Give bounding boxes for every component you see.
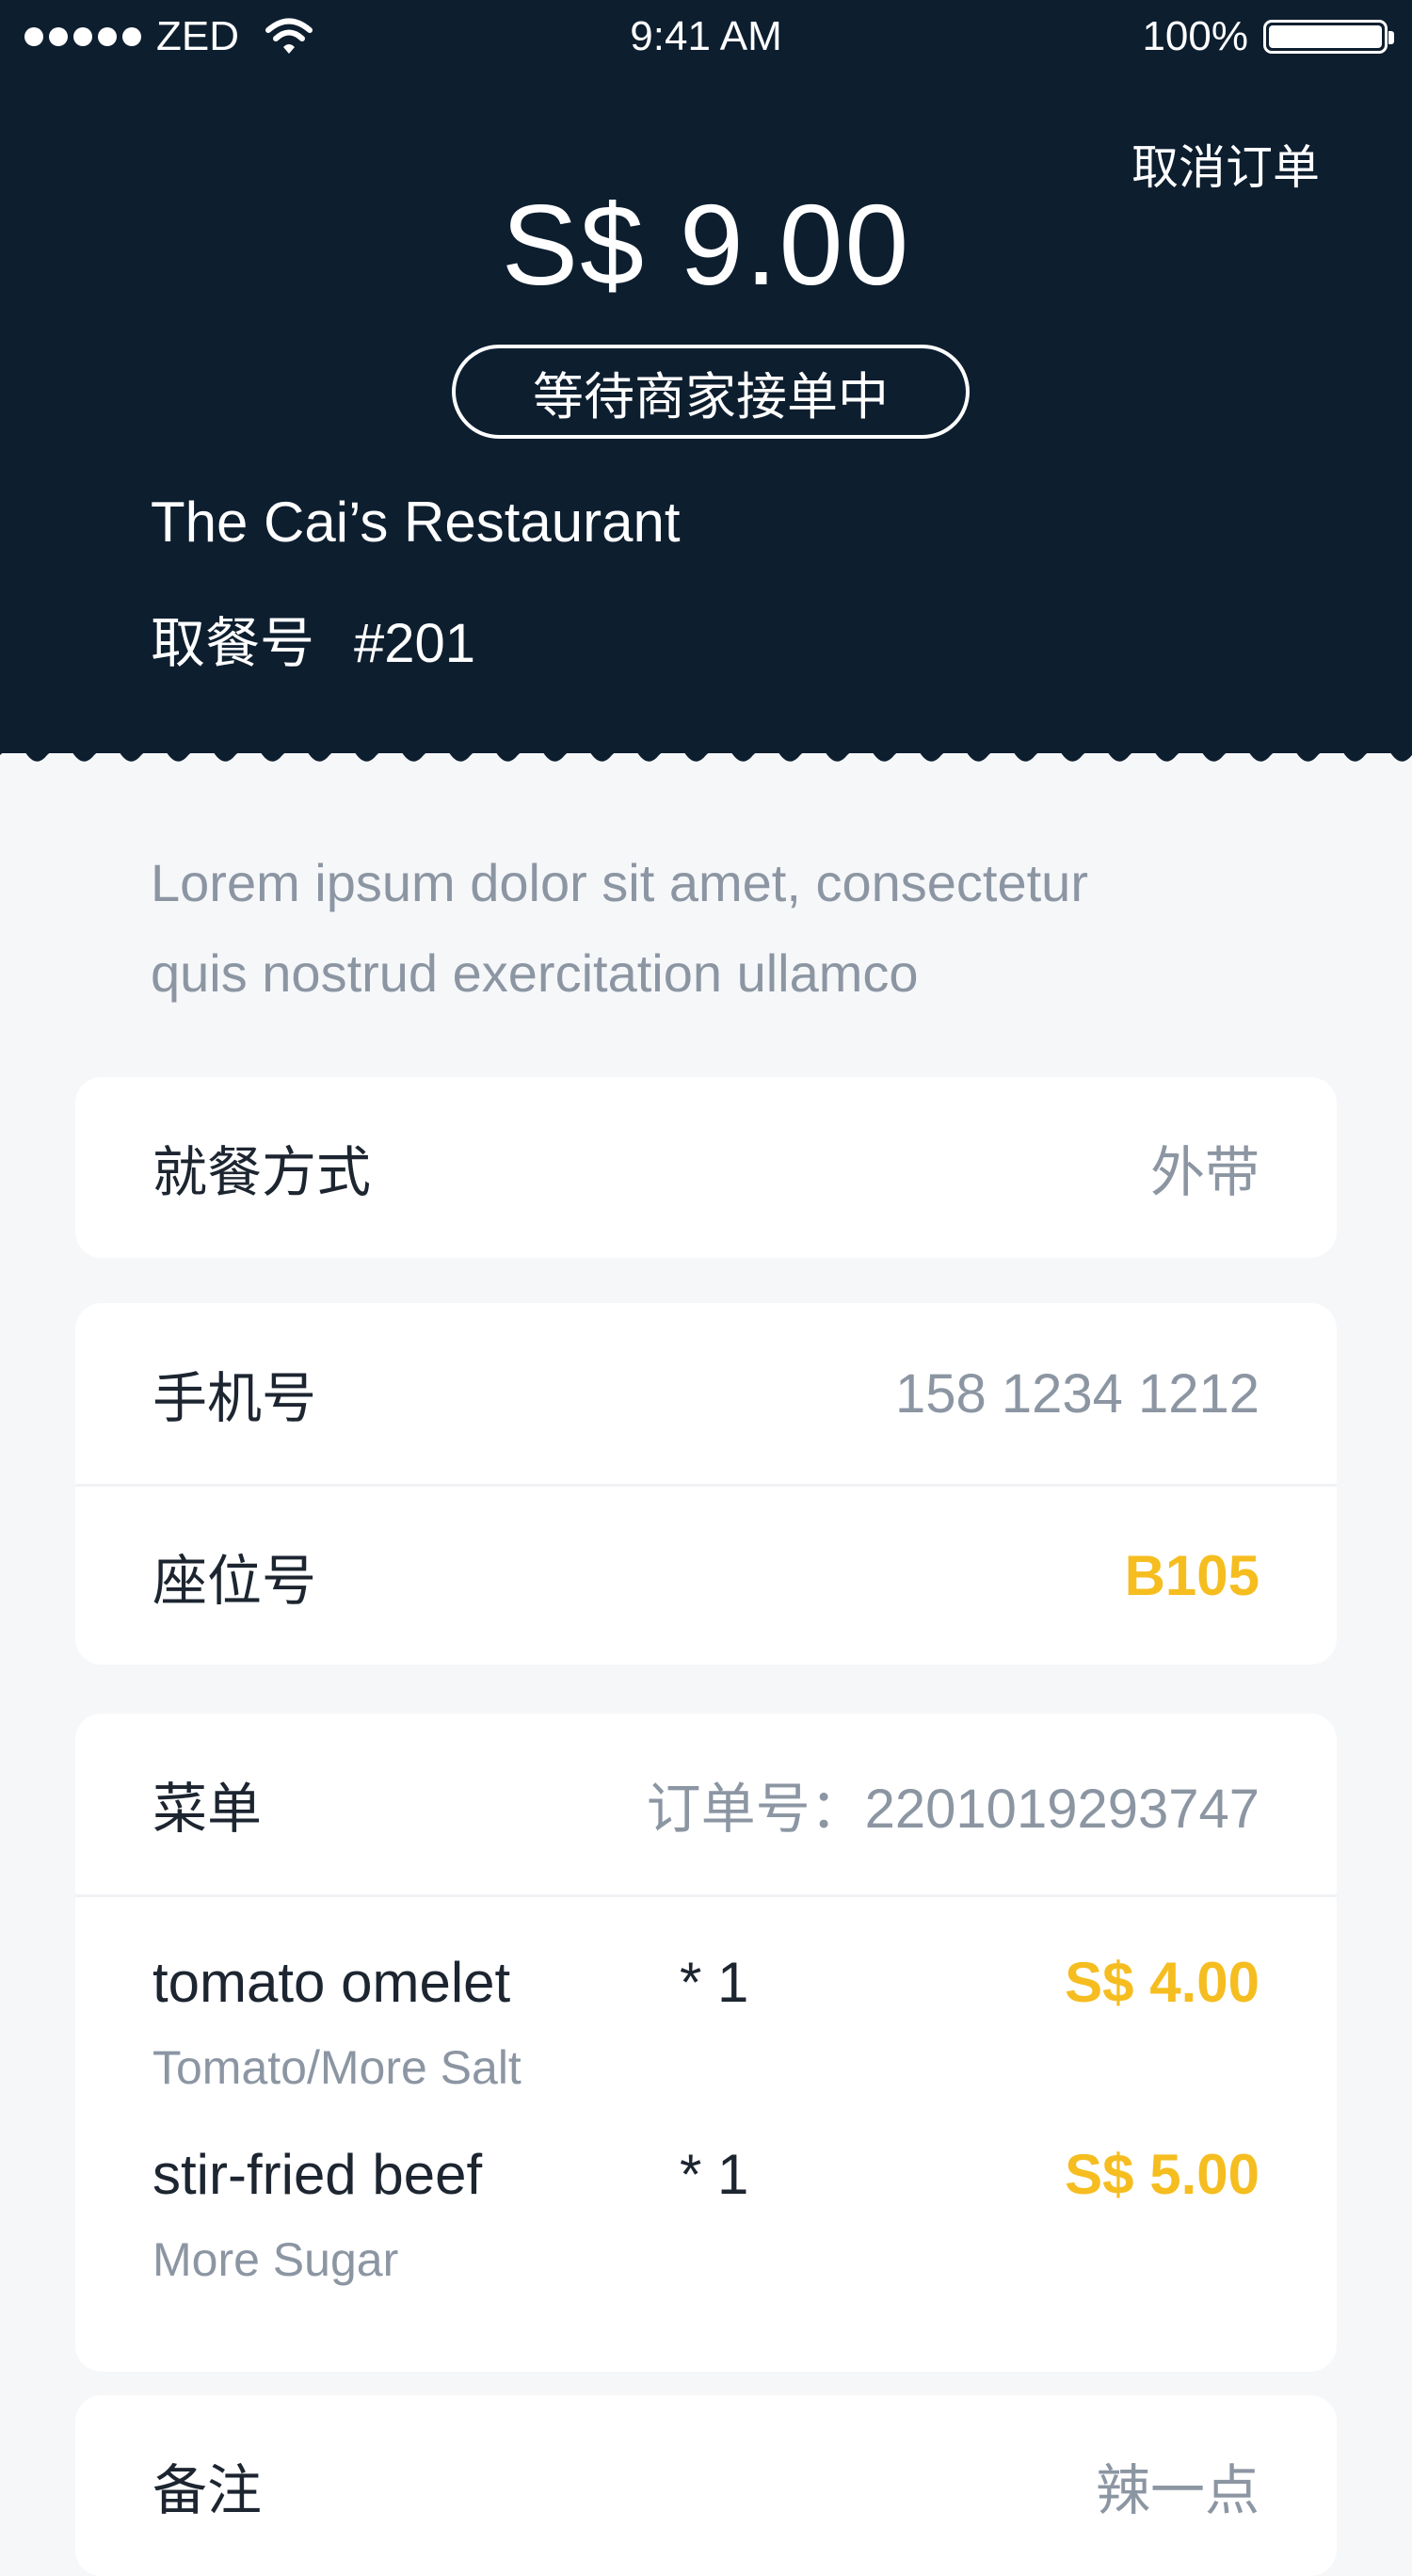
status-bar: ZED 9:41 AM 100%: [0, 0, 1412, 75]
dining-value: 外带: [1149, 1140, 1260, 1204]
order-status-badge: 等待商家接单中: [452, 345, 970, 439]
intro-line-2: quis nostrud exercitation ullamco: [151, 943, 919, 1003]
menu-item-note: Tomato/More Salt: [152, 2041, 521, 2094]
seat-value: B105: [1124, 1544, 1260, 1607]
remark-row[interactable]: 备注 辣一点: [75, 2395, 1337, 2576]
remark-value: 辣一点: [1095, 2458, 1260, 2522]
remark-card: 备注 辣一点: [75, 2395, 1337, 2576]
phone-row[interactable]: 手机号 158 1234 1212: [75, 1303, 1337, 1484]
dining-row[interactable]: 就餐方式 外带: [75, 1077, 1337, 1258]
order-number: 订单号：2201019293747: [647, 1764, 1260, 1843]
menu-items: tomato omelet * 1 S$ 4.00 Tomato/More Sa…: [75, 1894, 1337, 2372]
order-header: ZED 9:41 AM 100% 取消订单 S$ 9.00 等待商家接单中 Th…: [0, 0, 1412, 753]
dining-card: 就餐方式 外带: [75, 1077, 1337, 1258]
menu-item: stir-fried beef * 1 S$ 5.00 More Sugar: [152, 2142, 1260, 2334]
menu-card: 菜单 订单号：2201019293747 tomato omelet * 1 S…: [75, 1714, 1337, 2372]
intro-line-1: Lorem ipsum dolor sit amet, consectetur: [151, 853, 1088, 912]
phone-value: 158 1234 1212: [894, 1362, 1260, 1425]
menu-item-qty: * 1: [680, 1951, 749, 2014]
seat-label: 座位号: [152, 1548, 317, 1613]
menu-item: tomato omelet * 1 S$ 4.00 Tomato/More Sa…: [152, 1950, 1260, 2142]
pickup-value: #201: [354, 613, 476, 674]
menu-item-name: tomato omelet: [152, 1951, 511, 2014]
battery-icon: [1263, 20, 1394, 54]
order-amount: S$ 9.00: [501, 181, 911, 309]
pickup-number: 取餐号 #201: [151, 599, 475, 678]
menu-label: 菜单: [152, 1777, 263, 1841]
contact-card: 手机号 158 1234 1212 座位号 B105: [75, 1303, 1337, 1665]
status-right: 100%: [1142, 13, 1394, 60]
menu-item-qty: * 1: [680, 2143, 749, 2206]
seat-row[interactable]: 座位号 B105: [75, 1484, 1337, 1665]
remark-label: 备注: [152, 2458, 263, 2522]
order-number-label: 订单号：: [646, 1779, 865, 1840]
dining-label: 就餐方式: [152, 1140, 372, 1204]
menu-header-row: 菜单 订单号：2201019293747: [75, 1714, 1337, 1894]
phone-label: 手机号: [152, 1366, 317, 1430]
intro-text: Lorem ipsum dolor sit amet, consectetur …: [151, 838, 1280, 1019]
menu-item-price: S$ 5.00: [1065, 2143, 1260, 2206]
menu-item-name: stir-fried beef: [152, 2143, 483, 2206]
battery-percent: 100%: [1142, 13, 1248, 59]
menu-item-note: More Sugar: [152, 2233, 399, 2286]
order-number-value: 2201019293747: [864, 1779, 1260, 1840]
pickup-label: 取餐号: [151, 611, 315, 675]
menu-item-price: S$ 4.00: [1065, 1951, 1260, 2014]
restaurant-name: The Cai’s Restaurant: [151, 491, 681, 554]
wave-divider: [0, 742, 1412, 762]
